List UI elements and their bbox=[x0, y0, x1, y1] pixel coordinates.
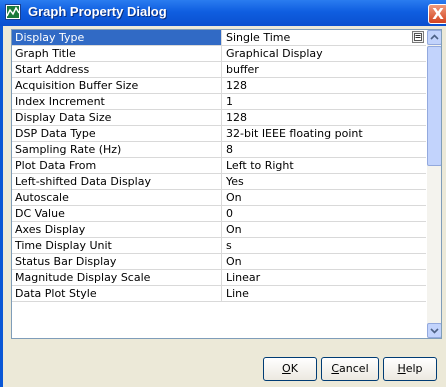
property-row[interactable]: Magnitude Display Scale Linear bbox=[12, 270, 426, 286]
property-name: Sampling Rate (Hz) bbox=[12, 142, 222, 157]
help-mnemonic: H bbox=[397, 362, 406, 375]
property-name: Data Plot Style bbox=[12, 286, 222, 301]
help-label-rest: elp bbox=[405, 362, 423, 375]
dialog-body: Display Type Single Time Graph Title Graphi… bbox=[3, 26, 446, 387]
property-name: Status Bar Display bbox=[12, 254, 222, 269]
chevron-up-icon bbox=[430, 34, 439, 40]
property-name: Display Type bbox=[12, 30, 222, 45]
property-value[interactable]: On bbox=[223, 254, 426, 269]
property-row[interactable]: Status Bar Display On bbox=[12, 254, 426, 270]
property-value[interactable]: s bbox=[223, 238, 426, 253]
property-name: Left-shifted Data Display bbox=[12, 174, 222, 189]
close-icon[interactable]: X bbox=[428, 4, 446, 24]
ok-button[interactable]: OK bbox=[263, 357, 317, 381]
cancel-button[interactable]: Cancel bbox=[321, 357, 379, 381]
property-name: DC Value bbox=[12, 206, 222, 221]
cancel-label-rest: ancel bbox=[339, 362, 369, 375]
title-bar[interactable]: Graph Property Dialog X bbox=[0, 0, 446, 26]
property-row[interactable]: Display Type Single Time bbox=[12, 30, 426, 46]
property-value[interactable]: On bbox=[223, 222, 426, 237]
property-row[interactable]: Acquisition Buffer Size 128 bbox=[12, 78, 426, 94]
property-name: Index Increment bbox=[12, 94, 222, 109]
property-value[interactable]: 8 bbox=[223, 142, 426, 157]
dialog-title: Graph Property Dialog bbox=[28, 4, 167, 19]
property-value[interactable]: Left to Right bbox=[223, 158, 426, 173]
ok-mnemonic: O bbox=[282, 362, 291, 375]
ok-label-rest: K bbox=[290, 362, 298, 375]
property-row[interactable]: Left-shifted Data Display Yes bbox=[12, 174, 426, 190]
property-value[interactable]: Single Time bbox=[223, 30, 426, 45]
dropdown-list-icon[interactable] bbox=[412, 31, 424, 43]
scroll-thumb[interactable] bbox=[427, 46, 441, 166]
property-value[interactable]: Linear bbox=[223, 270, 426, 285]
property-row[interactable]: Start Address buffer bbox=[12, 62, 426, 78]
property-name: Display Data Size bbox=[12, 110, 222, 125]
property-grid: Display Type Single Time Graph Title Graphi… bbox=[11, 29, 442, 339]
scroll-up-button[interactable] bbox=[427, 30, 441, 45]
property-row[interactable]: DC Value 0 bbox=[12, 206, 426, 222]
property-value[interactable]: buffer bbox=[223, 62, 426, 77]
scroll-down-button[interactable] bbox=[427, 323, 441, 338]
graph-property-dialog: Graph Property Dialog X Display Type Sing… bbox=[0, 0, 446, 387]
property-row[interactable]: Display Data Size 128 bbox=[12, 110, 426, 126]
property-list: Display Type Single Time Graph Title Graphi… bbox=[12, 30, 426, 338]
property-name: Plot Data From bbox=[12, 158, 222, 173]
chevron-down-icon bbox=[430, 328, 439, 334]
property-name: Autoscale bbox=[12, 190, 222, 205]
vertical-scrollbar[interactable] bbox=[427, 30, 441, 338]
property-value[interactable]: 32-bit IEEE floating point bbox=[223, 126, 426, 141]
property-name: Axes Display bbox=[12, 222, 222, 237]
property-name: Start Address bbox=[12, 62, 222, 77]
property-name: Magnitude Display Scale bbox=[12, 270, 222, 285]
property-value[interactable]: On bbox=[223, 190, 426, 205]
property-value[interactable]: Line bbox=[223, 286, 426, 301]
property-value[interactable]: 128 bbox=[223, 78, 426, 93]
property-value[interactable]: Graphical Display bbox=[223, 46, 426, 61]
property-name: DSP Data Type bbox=[12, 126, 222, 141]
property-row[interactable]: Data Plot Style Line bbox=[12, 286, 426, 302]
property-value[interactable]: 1 bbox=[223, 94, 426, 109]
property-value[interactable]: 0 bbox=[223, 206, 426, 221]
property-name: Time Display Unit bbox=[12, 238, 222, 253]
property-row[interactable]: Axes Display On bbox=[12, 222, 426, 238]
property-value[interactable]: 128 bbox=[223, 110, 426, 125]
property-row[interactable]: Sampling Rate (Hz) 8 bbox=[12, 142, 426, 158]
property-row[interactable]: DSP Data Type 32-bit IEEE floating point bbox=[12, 126, 426, 142]
property-row[interactable]: Plot Data From Left to Right bbox=[12, 158, 426, 174]
property-row[interactable]: Index Increment 1 bbox=[12, 94, 426, 110]
property-row[interactable]: Time Display Unit s bbox=[12, 238, 426, 254]
property-value[interactable]: Yes bbox=[223, 174, 426, 189]
help-button[interactable]: Help bbox=[383, 357, 437, 381]
property-row[interactable]: Graph Title Graphical Display bbox=[12, 46, 426, 62]
property-name: Acquisition Buffer Size bbox=[12, 78, 222, 93]
property-row[interactable]: Autoscale On bbox=[12, 190, 426, 206]
graph-icon bbox=[5, 4, 21, 20]
cancel-mnemonic: C bbox=[331, 362, 340, 375]
property-name: Graph Title bbox=[12, 46, 222, 61]
